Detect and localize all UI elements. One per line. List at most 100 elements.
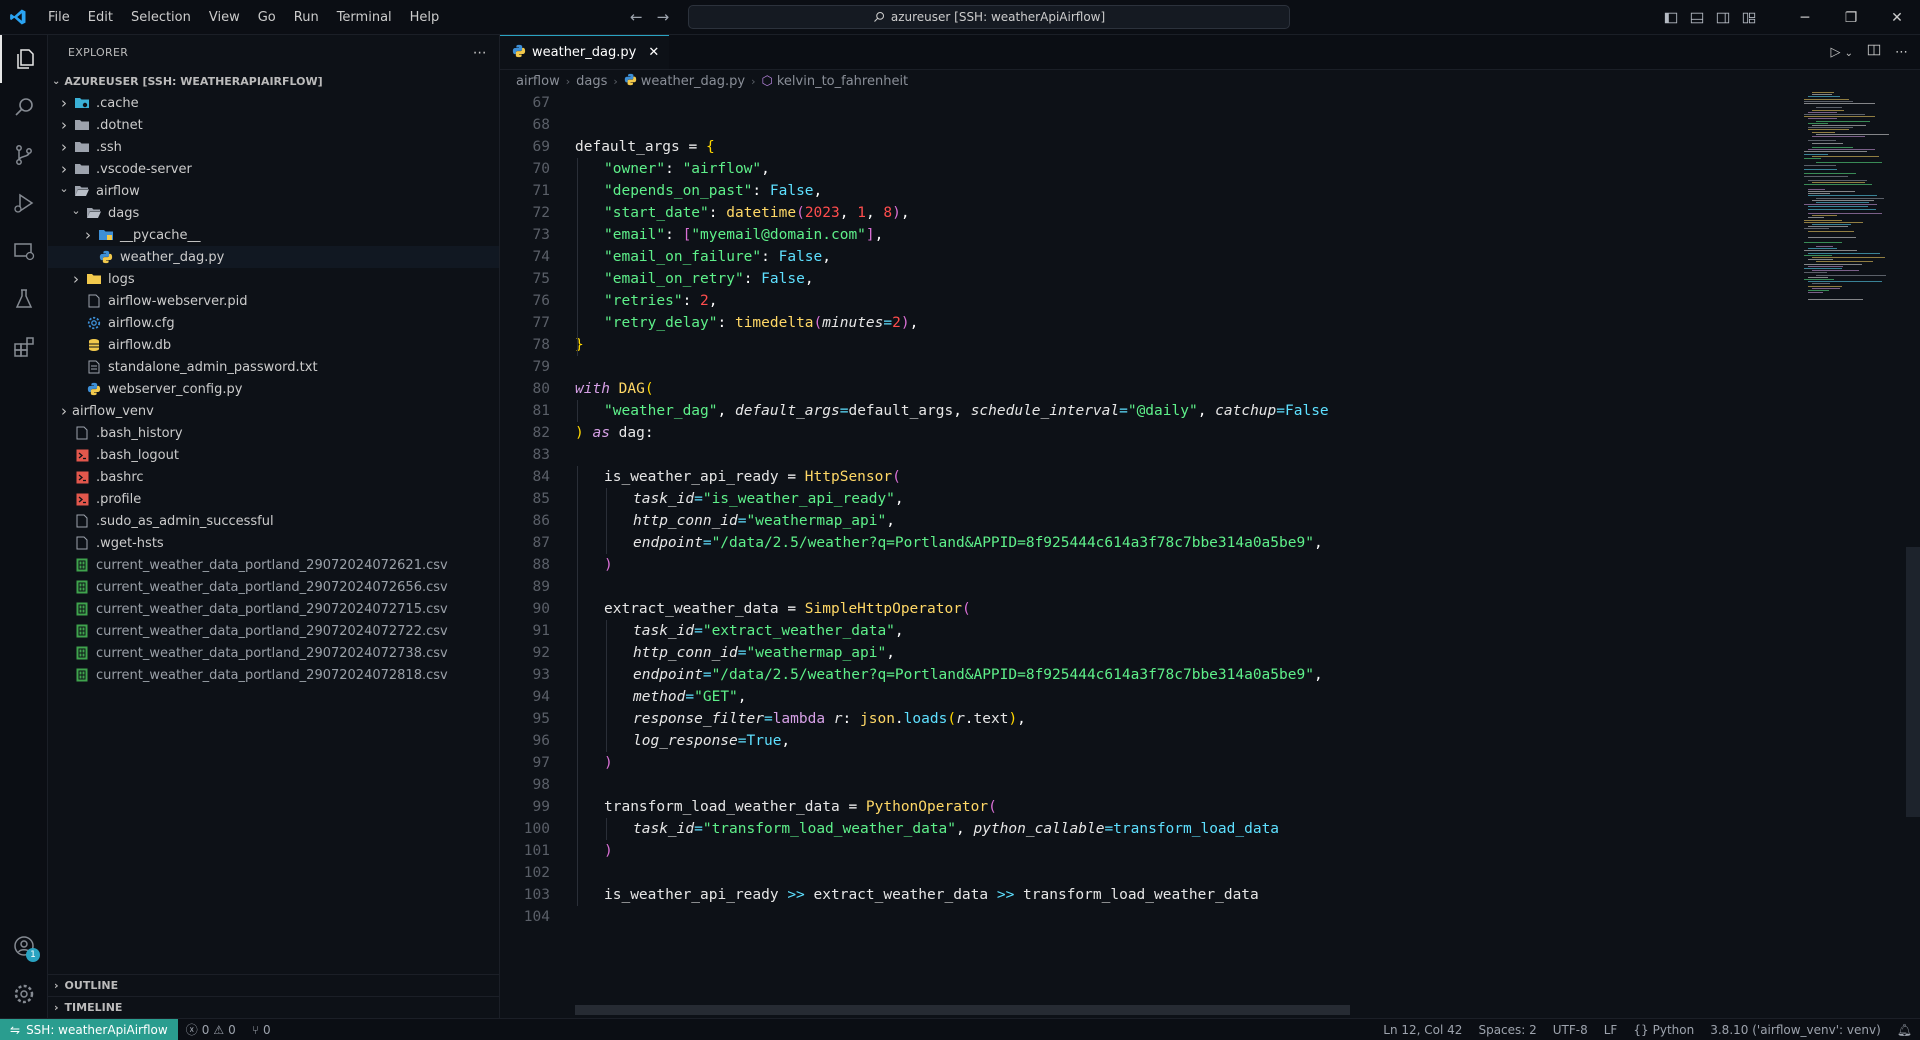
search-text: azureuser [SSH: weatherApiAirflow] xyxy=(890,10,1106,24)
minimap-line xyxy=(1808,96,1841,98)
minimap-line xyxy=(1808,208,1876,210)
breadcrumb-symbol[interactable]: kelvin_to_fahrenheit xyxy=(777,74,908,89)
end-of-line[interactable]: LF xyxy=(1596,1023,1626,1037)
code-token: transform_load_weather_data xyxy=(1014,887,1259,903)
vertical-scrollbar[interactable] xyxy=(1906,92,1920,972)
tree-file[interactable]: current_weather_data_portland_2907202407… xyxy=(48,554,499,576)
menu-edit[interactable]: Edit xyxy=(79,0,122,35)
testing-flask-icon[interactable] xyxy=(0,275,48,323)
tree-file[interactable]: current_weather_data_portland_2907202407… xyxy=(48,664,499,686)
menu-view[interactable]: View xyxy=(200,0,249,35)
tree-folder[interactable]: › .vscode-server xyxy=(48,158,499,180)
code-line: 69 default_args = { xyxy=(500,136,1800,158)
breadcrumb-dags[interactable]: dags xyxy=(576,74,607,89)
tree-file[interactable]: standalone_admin_password.txt xyxy=(48,356,499,378)
tree-file[interactable]: .wget-hsts xyxy=(48,532,499,554)
menu-file[interactable]: File xyxy=(39,0,79,35)
command-center-search[interactable]: azureuser [SSH: weatherApiAirflow] xyxy=(688,5,1290,29)
tree-file[interactable]: webserver_config.py xyxy=(48,378,499,400)
code-token: default_args xyxy=(734,403,840,419)
restore-icon[interactable]: ❐ xyxy=(1828,10,1874,26)
tree-file[interactable]: .bashrc xyxy=(48,466,499,488)
tree-file[interactable]: .bash_history xyxy=(48,422,499,444)
tree-folder[interactable]: › .dotnet xyxy=(48,114,499,136)
close-window-icon[interactable]: ✕ xyxy=(1874,10,1920,26)
tree-file[interactable]: airflow.cfg xyxy=(48,312,499,334)
manage-gear-icon[interactable] xyxy=(0,970,48,1018)
minimap[interactable] xyxy=(1800,92,1900,312)
extensions-icon[interactable] xyxy=(0,323,48,371)
tree-file[interactable]: weather_dag.py xyxy=(48,246,499,268)
explorer-root-folder[interactable]: ⌄ AZUREUSER [SSH: WEATHERAPIAIRFLOW] xyxy=(48,70,499,92)
language-mode[interactable]: {} Python xyxy=(1625,1023,1702,1037)
tree-file[interactable]: airflow.db xyxy=(48,334,499,356)
more-editor-actions-icon[interactable]: ⋯ xyxy=(1895,45,1908,60)
code-content: http_conn_id="weathermap_api", xyxy=(633,642,895,664)
menu-run[interactable]: Run xyxy=(285,0,328,35)
tree-item-label: .vscode-server xyxy=(96,161,192,177)
code-line: 95 response_filter=lambda r: json.loads(r… xyxy=(500,708,1800,730)
ports-indicator[interactable]: ⑂ 0 xyxy=(244,1023,279,1037)
code-token: ) xyxy=(575,425,584,441)
source-control-icon[interactable] xyxy=(0,131,48,179)
tree-folder[interactable]: › airflow_venv xyxy=(48,400,499,422)
chevron-right-icon: › xyxy=(565,74,571,88)
accounts-icon[interactable]: 1 xyxy=(0,922,48,970)
menu-go[interactable]: Go xyxy=(249,0,285,35)
encoding[interactable]: UTF-8 xyxy=(1545,1023,1596,1037)
back-arrow-icon[interactable]: ← xyxy=(630,8,643,26)
tree-folder[interactable]: › .ssh xyxy=(48,136,499,158)
tree-folder[interactable]: › .cache xyxy=(48,92,499,114)
line-number: 79 xyxy=(532,359,550,375)
menu-terminal[interactable]: Terminal xyxy=(328,0,401,35)
horizontal-scrollbar[interactable] xyxy=(575,1005,1350,1015)
notifications-bell-icon[interactable]: 🔔︎ xyxy=(1889,1023,1920,1037)
tree-file[interactable]: current_weather_data_portland_2907202407… xyxy=(48,620,499,642)
tree-file[interactable]: current_weather_data_portland_2907202407… xyxy=(48,598,499,620)
explorer-icon[interactable] xyxy=(0,35,48,83)
tree-item-label: .bash_logout xyxy=(96,447,179,463)
tree-file[interactable]: .bash_logout xyxy=(48,444,499,466)
run-debug-icon[interactable] xyxy=(0,179,48,227)
code-line: 78} xyxy=(500,334,1800,356)
tree-folder[interactable]: › logs xyxy=(48,268,499,290)
breadcrumb-file[interactable]: weather_dag.py xyxy=(641,74,745,89)
scrollbar-thumb[interactable] xyxy=(1906,547,1920,817)
tree-folder[interactable]: › __pycache__ xyxy=(48,224,499,246)
forward-arrow-icon[interactable]: → xyxy=(657,8,670,26)
tree-file[interactable]: current_weather_data_portland_2907202407… xyxy=(48,576,499,598)
remote-indicator[interactable]: ⇋ SSH: weatherApiAirflow xyxy=(0,1018,178,1040)
menu-help[interactable]: Help xyxy=(401,0,449,35)
more-actions-icon[interactable]: ⋯ xyxy=(473,45,487,61)
code-token: ( xyxy=(892,469,901,485)
toggle-panel-icon[interactable] xyxy=(1684,11,1710,25)
tree-file[interactable]: current_weather_data_portland_2907202407… xyxy=(48,642,499,664)
tree-file[interactable]: .sudo_as_admin_successful xyxy=(48,510,499,532)
toggle-primary-sidebar-icon[interactable] xyxy=(1658,11,1684,25)
python-interpreter[interactable]: 3.8.10 ('airflow_venv': venv) xyxy=(1702,1023,1889,1037)
split-editor-icon[interactable] xyxy=(1867,43,1881,61)
tree-file[interactable]: .profile xyxy=(48,488,499,510)
outline-panel[interactable]: › OUTLINE xyxy=(48,974,499,996)
tree-folder[interactable]: ⌄ airflow xyxy=(48,180,499,202)
toggle-secondary-sidebar-icon[interactable] xyxy=(1710,11,1736,25)
cursor-position[interactable]: Ln 12, Col 42 xyxy=(1375,1023,1470,1037)
problems-indicator[interactable]: ⓧ 0 ⚠ 0 xyxy=(178,1021,244,1038)
tab-weather-dag[interactable]: weather_dag.py ✕ xyxy=(500,35,670,69)
tree-file[interactable]: airflow-webserver.pid xyxy=(48,290,499,312)
timeline-panel[interactable]: › TIMELINE xyxy=(48,996,499,1018)
remote-explorer-icon[interactable] xyxy=(0,227,48,275)
code-token: , xyxy=(865,205,884,221)
line-number: 76 xyxy=(532,293,550,309)
breadcrumb-airflow[interactable]: airflow xyxy=(516,74,560,89)
close-tab-icon[interactable]: ✕ xyxy=(648,45,659,60)
run-python-file-icon[interactable]: ▷ ⌄ xyxy=(1830,45,1853,60)
code-editor[interactable]: 67 68 69 default_args = {70 "owner": "airflo… xyxy=(500,92,1800,972)
minimize-icon[interactable]: ─ xyxy=(1782,10,1828,26)
tree-folder[interactable]: ⌄ dags xyxy=(48,202,499,224)
customize-layout-icon[interactable] xyxy=(1736,11,1762,25)
code-token: default_args xyxy=(848,403,954,419)
indentation[interactable]: Spaces: 2 xyxy=(1470,1023,1544,1037)
menu-selection[interactable]: Selection xyxy=(122,0,200,35)
search-activity-icon[interactable] xyxy=(0,83,48,131)
